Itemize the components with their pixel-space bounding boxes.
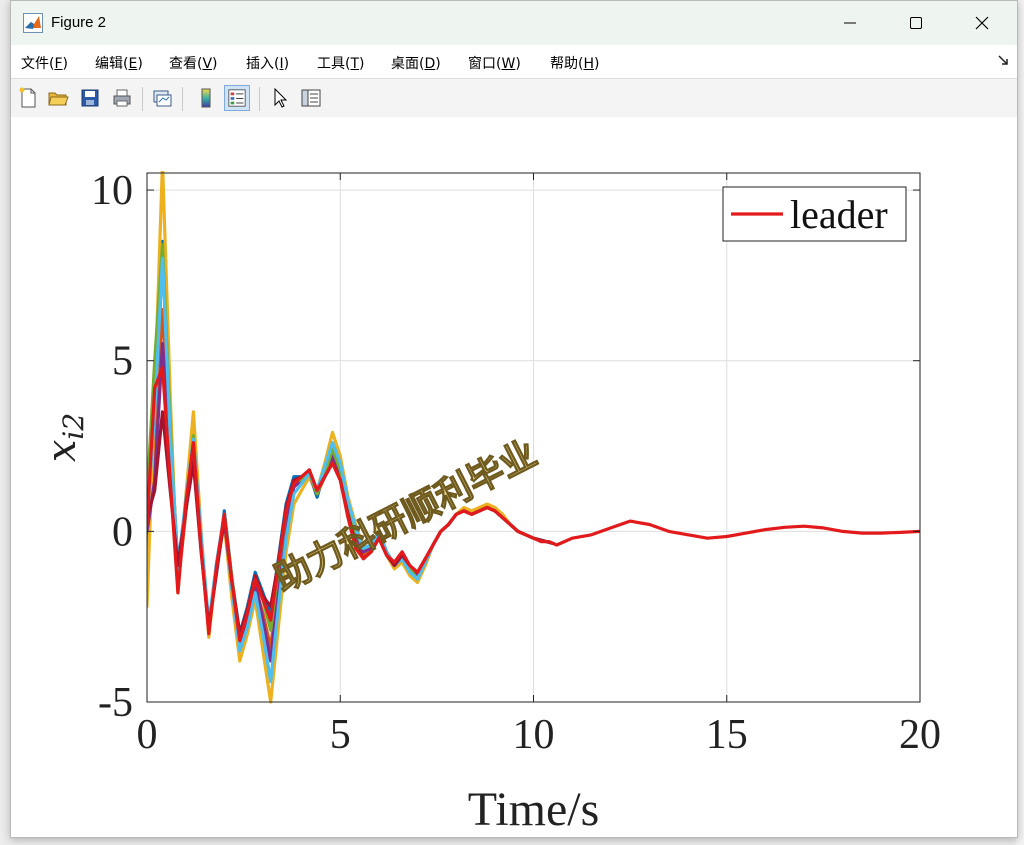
- menu-view-key: V: [202, 56, 213, 72]
- menu-file-tail: ): [62, 56, 68, 72]
- matlab-icon: [23, 13, 43, 33]
- open-file-button[interactable]: [45, 85, 71, 111]
- maximize-icon: [910, 17, 922, 29]
- print-button[interactable]: [109, 85, 135, 111]
- open-file-icon: [48, 92, 69, 106]
- menu-file-key: F: [54, 56, 63, 72]
- property-inspector-button[interactable]: [298, 85, 324, 111]
- menu-insert-tail: ): [283, 56, 290, 72]
- colorbar-button[interactable]: [193, 85, 219, 111]
- close-icon: [975, 16, 989, 30]
- x-tick-label: 20: [899, 712, 941, 758]
- maximize-button[interactable]: [883, 1, 949, 45]
- minimize-icon: [844, 22, 856, 24]
- menu-edit-tail: ): [137, 56, 143, 72]
- menu-desktop-key: D: [424, 56, 436, 72]
- property-inspector-icon: [301, 89, 321, 107]
- new-figure-icon: [19, 87, 36, 108]
- x-tick-label: 0: [137, 712, 158, 758]
- menu-tools-tail: ): [359, 56, 365, 72]
- menu-desktop-tail: ): [435, 56, 441, 72]
- menu-help[interactable]: 帮助(H): [550, 53, 599, 73]
- window-title: Figure 2: [51, 14, 107, 31]
- legend-label-leader: leader: [790, 192, 888, 237]
- new-figure-button[interactable]: [15, 85, 41, 111]
- x-tick-label: 10: [513, 712, 555, 758]
- toolbar-separator: [259, 87, 260, 111]
- menu-desktop-label: 桌面(: [391, 56, 425, 72]
- menu-tools-key: T: [350, 56, 360, 72]
- legend-button[interactable]: [224, 85, 250, 111]
- close-button[interactable]: [949, 1, 1015, 45]
- print-icon: [113, 89, 131, 107]
- x-tick-label: 5: [330, 712, 351, 758]
- menu-edit[interactable]: 编辑(E): [95, 53, 143, 73]
- link-plot-button[interactable]: [149, 85, 175, 111]
- menu-file-label: 文件(: [21, 56, 55, 72]
- link-plot-icon: [153, 90, 172, 107]
- menu-desktop[interactable]: 桌面(D): [391, 53, 441, 73]
- y-tick-label: 0: [112, 509, 133, 555]
- y-axis-label: xi2: [39, 413, 90, 462]
- menu-help-key: H: [583, 56, 594, 72]
- title-bar[interactable]: Figure 2: [11, 1, 1017, 45]
- dock-arrow-icon[interactable]: [997, 54, 1009, 66]
- menu-insert[interactable]: 插入(I): [246, 53, 289, 73]
- figure-toolbar: [11, 78, 1017, 118]
- menu-view-label: 查看(: [169, 56, 203, 72]
- x-axis-label: Time/s: [468, 783, 600, 836]
- menu-tools[interactable]: 工具(T): [317, 53, 365, 73]
- menu-help-tail: ): [594, 56, 600, 72]
- line-chart[interactable]: 0 5 10 15 20-50510Time/sxi2leader助力科研顺利毕业: [11, 117, 1017, 837]
- legend-icon: [228, 89, 246, 107]
- x-tick-label: 15: [706, 712, 748, 758]
- y-tick-label: -5: [98, 680, 133, 726]
- menu-help-label: 帮助(: [550, 56, 584, 72]
- menu-view[interactable]: 查看(V): [169, 53, 218, 73]
- y-tick-label: 10: [91, 168, 133, 214]
- colorbar-icon: [201, 88, 211, 108]
- edit-plot-icon: [274, 87, 288, 108]
- menu-window-label: 窗口(: [468, 56, 502, 72]
- menu-bar: 文件(F) 编辑(E) 查看(V) 插入(I) 工具(T) 桌面(D) 窗口(W…: [11, 46, 1017, 78]
- menu-view-tail: ): [212, 56, 218, 72]
- save-icon: [81, 89, 99, 107]
- y-tick-label: 5: [112, 339, 133, 385]
- toolbar-separator: [142, 87, 143, 111]
- edit-plot-button[interactable]: [267, 85, 293, 111]
- menu-edit-key: E: [128, 56, 138, 72]
- minimize-button[interactable]: [817, 1, 883, 45]
- menu-window[interactable]: 窗口(W): [468, 53, 521, 73]
- menu-file[interactable]: 文件(F): [21, 53, 68, 73]
- menu-window-key: W: [501, 56, 516, 72]
- figure-canvas: 0 5 10 15 20 -5 0 5 10 Time/s xi2 leader 助力科研顺利毕业: [11, 117, 1017, 837]
- figure-window: Figure 2 文件(F) 编辑(E) 查看(V) 插入(I) 工具(T) 桌…: [10, 0, 1018, 838]
- menu-edit-label: 编辑(: [95, 56, 129, 72]
- save-button[interactable]: [77, 85, 103, 111]
- toolbar-separator: [182, 87, 183, 111]
- menu-window-tail: ): [515, 56, 521, 72]
- menu-tools-label: 工具(: [317, 56, 351, 72]
- menu-insert-label: 插入(: [246, 56, 280, 72]
